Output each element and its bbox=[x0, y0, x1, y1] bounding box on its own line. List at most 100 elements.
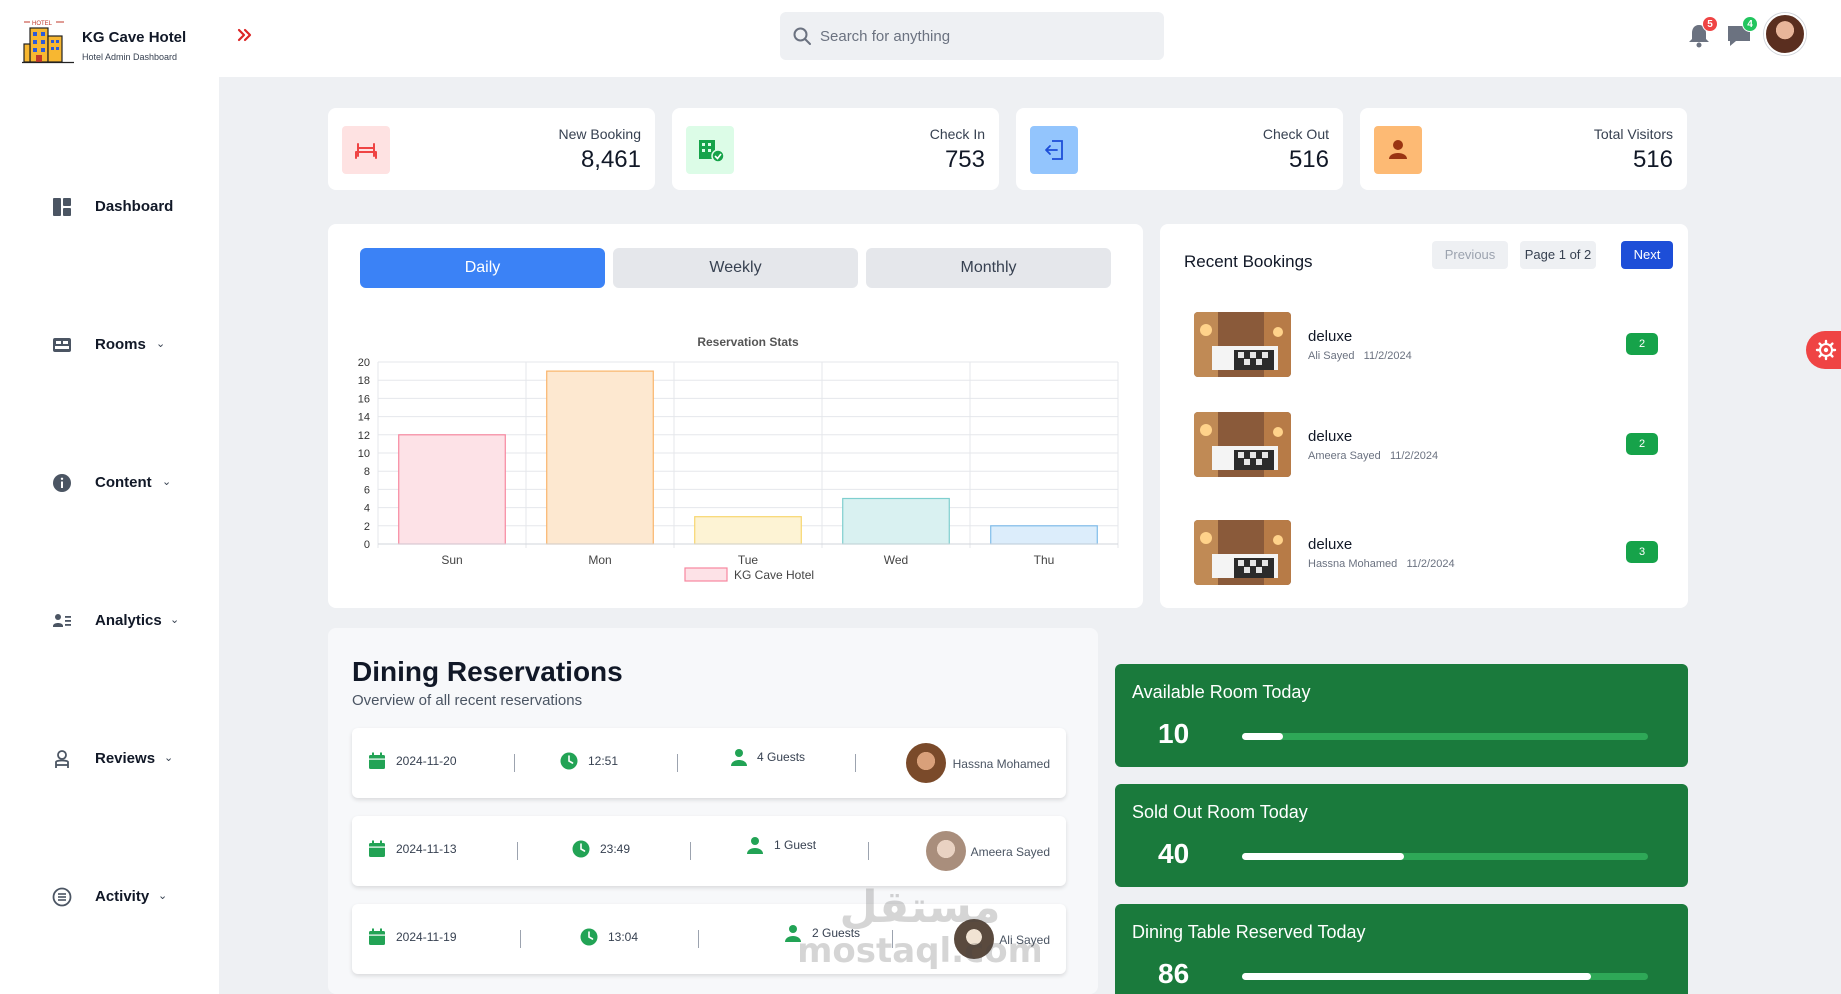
hotel-check-icon bbox=[699, 140, 725, 163]
room-thumbnail bbox=[1194, 520, 1291, 585]
summary-card-sold-out-rooms: Sold Out Room Today 40 bbox=[1115, 784, 1688, 887]
summary-title: Dining Table Reserved Today bbox=[1132, 922, 1366, 942]
chevron-down-icon: ⌄ bbox=[164, 752, 174, 764]
summary-value: 86 bbox=[1158, 958, 1190, 989]
tab-monthly[interactable]: Monthly bbox=[866, 248, 1111, 288]
chevron-down-icon: ⌄ bbox=[158, 890, 168, 902]
settings-button[interactable] bbox=[1806, 331, 1841, 369]
x-tick-label: Tue bbox=[738, 553, 759, 567]
booking-meta: Ali Sayed 11/2/2024 bbox=[1308, 350, 1412, 362]
reviews-icon bbox=[55, 750, 69, 768]
chevron-down-icon: ⌄ bbox=[170, 614, 180, 626]
list-item[interactable]: deluxe Hassna Mohamed 11/2/2024 3 bbox=[1194, 520, 1664, 586]
chart-title: Reservation Stats bbox=[697, 335, 799, 349]
guest-name: Hassna Mohamed bbox=[952, 757, 1050, 771]
room-thumbnail bbox=[1194, 312, 1291, 377]
x-tick-label: Sun bbox=[441, 553, 462, 567]
next-page-button[interactable]: Next bbox=[1621, 241, 1673, 269]
reservation-guests: 4 Guests bbox=[757, 750, 806, 764]
guest-name: Ali Sayed bbox=[999, 933, 1050, 947]
chevron-down-icon: ⌄ bbox=[162, 476, 172, 488]
user-avatar[interactable] bbox=[1764, 13, 1806, 55]
user-icon bbox=[1389, 140, 1407, 159]
chevron-down-icon: ⌄ bbox=[156, 338, 166, 350]
summary-value: 10 bbox=[1158, 718, 1190, 749]
divider bbox=[698, 930, 699, 948]
messages-button[interactable]: 4 bbox=[1724, 16, 1758, 50]
booking-meta: Hassna Mohamed 11/2/2024 bbox=[1308, 558, 1455, 570]
reservation-time: 13:04 bbox=[608, 930, 639, 944]
divider bbox=[514, 754, 515, 772]
sidebar-item-label: Rooms bbox=[95, 336, 146, 353]
booking-date: 11/2/2024 bbox=[1363, 350, 1412, 362]
tab-weekly[interactable]: Weekly bbox=[613, 248, 858, 288]
brand[interactable]: HOTEL KG Cave Hotel Hotel Admin Dashboar… bbox=[22, 18, 202, 66]
stat-label: New Booking bbox=[558, 126, 642, 142]
calendar-icon bbox=[369, 752, 385, 769]
reservation-date: 2024-11-20 bbox=[396, 754, 457, 768]
table-row[interactable]: 2024-11-13 23:49 1 Guest Ameera Sayed bbox=[352, 816, 1066, 886]
svg-text:HOTEL: HOTEL bbox=[32, 21, 53, 27]
sidebar-item-reviews[interactable]: Reviews ⌄ bbox=[52, 747, 212, 771]
summary-title: Sold Out Room Today bbox=[1132, 802, 1308, 822]
booking-room-type: deluxe bbox=[1308, 428, 1353, 445]
y-tick-label: 12 bbox=[358, 430, 370, 442]
table-row[interactable]: 2024-11-19 13:04 2 Guests Ali Sayed bbox=[352, 904, 1066, 974]
reservation-bar-chart: Reservation Stats 0 2 4 6 8 10 12 14 16 18 20 Sun Mon… bbox=[358, 335, 1119, 582]
sidebar-item-content[interactable]: Content ⌄ bbox=[52, 471, 212, 495]
bar-wed bbox=[842, 497, 950, 545]
user-icon bbox=[731, 749, 747, 766]
list-item[interactable]: deluxe Ameera Sayed 11/2/2024 2 bbox=[1194, 412, 1664, 478]
summary-title: Available Room Today bbox=[1132, 682, 1311, 702]
recent-bookings-card: Recent Bookings Previous Page 1 of 2 Nex… bbox=[1160, 224, 1688, 608]
sidebar-item-label: Dashboard bbox=[95, 198, 174, 215]
gear-icon bbox=[1815, 339, 1837, 361]
stat-label: Total Visitors bbox=[1593, 126, 1673, 142]
booking-guest: Ameera Sayed bbox=[1308, 450, 1381, 462]
progress-fill bbox=[1242, 733, 1283, 740]
table-row[interactable]: 2024-11-20 12:51 4 Guests Hassna Mohamed bbox=[352, 728, 1066, 798]
sidebar-toggle-button[interactable] bbox=[236, 26, 258, 48]
summary-value: 40 bbox=[1158, 838, 1190, 869]
tab-daily[interactable]: Daily bbox=[360, 248, 605, 288]
booking-date: 11/2/2024 bbox=[1389, 450, 1439, 462]
info-icon bbox=[53, 474, 71, 492]
bar-thu bbox=[990, 525, 1098, 545]
list-item[interactable]: deluxe Ali Sayed 11/2/2024 2 bbox=[1194, 312, 1664, 378]
search-bar bbox=[780, 12, 1164, 60]
sidebar-item-label: Analytics bbox=[95, 612, 162, 629]
y-tick-label: 0 bbox=[364, 539, 370, 551]
stat-value: 516 bbox=[1632, 146, 1673, 173]
divider bbox=[677, 754, 678, 772]
reservation-time: 23:49 bbox=[600, 842, 631, 856]
stat-label: Check Out bbox=[1262, 126, 1329, 142]
reservation-guests: 2 Guests bbox=[812, 926, 861, 940]
dining-title: Dining Reservations bbox=[352, 656, 623, 687]
double-chevron-right-icon bbox=[237, 28, 252, 42]
y-tick-label: 16 bbox=[358, 393, 370, 405]
progress-track bbox=[1242, 853, 1648, 860]
sidebar-item-rooms[interactable]: Rooms ⌄ bbox=[52, 333, 212, 357]
sidebar: Dashboard Rooms ⌄ Content ⌄ Analytics ⌄ bbox=[0, 77, 219, 994]
y-tick-label: 18 bbox=[358, 375, 370, 387]
booking-count-badge: 3 bbox=[1626, 541, 1658, 563]
summary-card-dining-tables: Dining Table Reserved Today 86 bbox=[1115, 904, 1688, 994]
sidebar-item-analytics[interactable]: Analytics ⌄ bbox=[52, 609, 212, 633]
legend-label: KG Cave Hotel bbox=[734, 568, 814, 582]
activity-icon bbox=[52, 887, 72, 907]
top-bar: HOTEL KG Cave Hotel Hotel Admin Dashboar… bbox=[0, 0, 1841, 77]
search-input[interactable] bbox=[820, 12, 1150, 60]
notifications-button[interactable]: 5 bbox=[1684, 16, 1718, 50]
previous-page-button[interactable]: Previous bbox=[1432, 241, 1508, 269]
y-tick-label: 14 bbox=[358, 412, 370, 424]
brand-title: KG Cave Hotel bbox=[82, 29, 187, 46]
y-tick-label: 4 bbox=[364, 503, 370, 515]
stat-icon-box bbox=[686, 126, 734, 174]
sidebar-item-activity[interactable]: Activity ⌄ bbox=[52, 885, 212, 909]
stat-value: 8,461 bbox=[580, 146, 641, 173]
y-tick-label: 2 bbox=[364, 521, 370, 533]
room-thumbnail bbox=[1194, 412, 1291, 477]
stat-value: 516 bbox=[1288, 146, 1329, 173]
sidebar-item-dashboard[interactable]: Dashboard bbox=[52, 195, 212, 219]
booking-guest: Ali Sayed bbox=[1308, 350, 1355, 362]
